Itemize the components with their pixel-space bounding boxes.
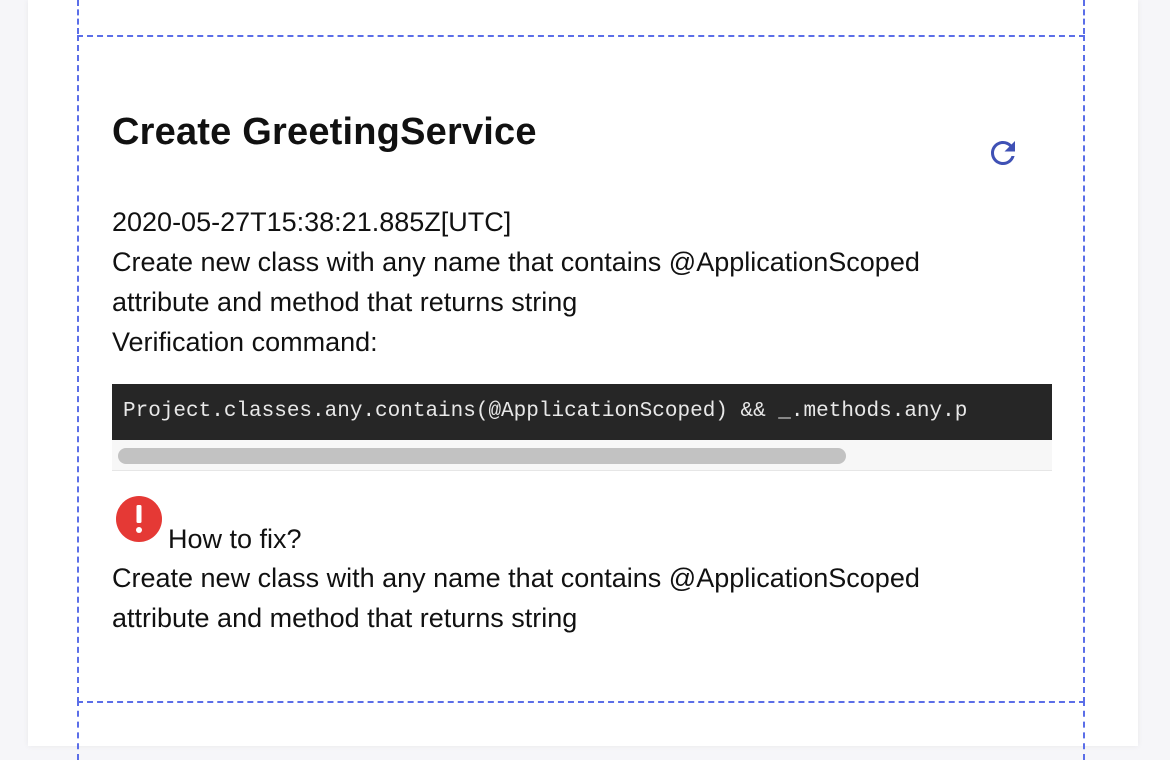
verification-label: Verification command: [112, 327, 378, 357]
previous-task-card [77, 0, 1085, 34]
fix-description-line: Create new class with any name that cont… [112, 563, 920, 593]
task-card: Create GreetingService 2020-05-27T15:38:… [77, 35, 1085, 703]
next-task-card [77, 700, 1085, 760]
fix-description-line: attribute and method that returns string [112, 603, 578, 633]
verification-command: Project.classes.any.contains(@Applicatio… [112, 384, 1052, 440]
task-title: Create GreetingService [112, 111, 537, 153]
horizontal-scrollbar[interactable] [118, 448, 846, 464]
refresh-icon[interactable] [985, 135, 1021, 171]
task-timestamp: 2020-05-27T15:38:21.885Z[UTC] [112, 207, 512, 237]
task-description-line: attribute and method that returns string [112, 287, 578, 317]
task-description: 2020-05-27T15:38:21.885Z[UTC] Create new… [112, 202, 1012, 362]
verification-code-block[interactable]: Project.classes.any.contains(@Applicatio… [112, 384, 1052, 471]
error-icon [115, 495, 163, 543]
task-description-line: Create new class with any name that cont… [112, 247, 920, 277]
how-to-fix-label: How to fix? [168, 524, 302, 554]
fix-description: Create new class with any name that cont… [112, 558, 1012, 638]
